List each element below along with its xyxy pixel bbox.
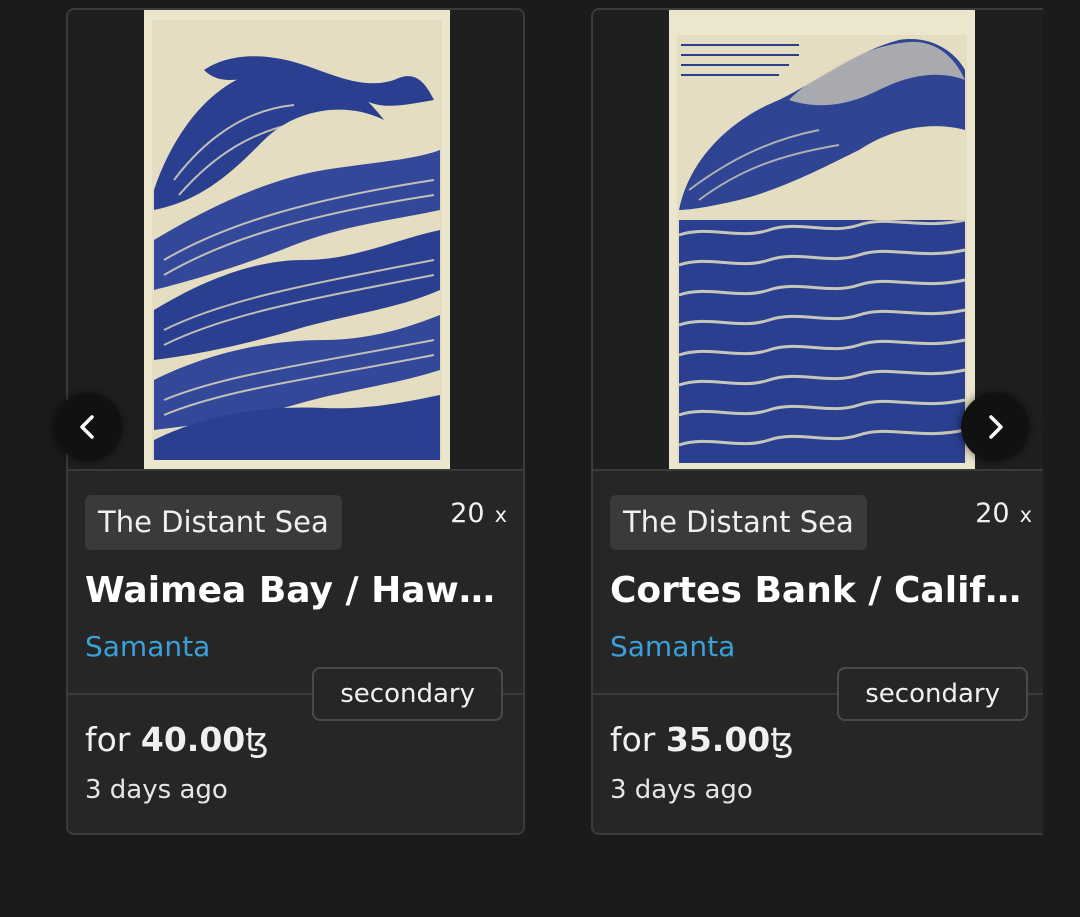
price-value: 40.00 bbox=[140, 720, 246, 759]
artist-link[interactable]: Samanta bbox=[85, 630, 210, 663]
currency-symbol: ꜩ bbox=[245, 720, 269, 759]
edition-count-value: 20 bbox=[450, 498, 485, 529]
price: for 35.00ꜩ bbox=[610, 720, 794, 759]
chevron-left-icon bbox=[80, 415, 94, 439]
price-prefix: for bbox=[85, 720, 131, 759]
edition-count: 20 x bbox=[450, 498, 507, 529]
edition-count-value: 20 bbox=[975, 498, 1010, 529]
artwork-title[interactable]: Cortes Bank / California bbox=[610, 570, 1030, 611]
price: for 40.00ꜩ bbox=[85, 720, 269, 759]
artist-link[interactable]: Samanta bbox=[610, 630, 735, 663]
collection-tag[interactable]: The Distant Sea bbox=[610, 495, 867, 550]
status-badge: secondary bbox=[837, 667, 1028, 721]
artwork-title[interactable]: Waimea Bay / Hawaii bbox=[85, 570, 505, 611]
edition-count-suffix: x bbox=[494, 503, 507, 527]
artwork-card[interactable]: The Distant Sea 20 x Waimea Bay / Hawaii … bbox=[66, 8, 525, 835]
edition-count-suffix: x bbox=[1019, 503, 1032, 527]
chevron-right-icon bbox=[989, 415, 1003, 439]
edition-count: 20 x bbox=[975, 498, 1032, 529]
collection-tag[interactable]: The Distant Sea bbox=[85, 495, 342, 550]
wave-artwork-image[interactable] bbox=[144, 10, 450, 469]
status-badge: secondary bbox=[312, 667, 503, 721]
price-prefix: for bbox=[610, 720, 656, 759]
carousel-prev-button[interactable] bbox=[54, 393, 122, 461]
carousel: The Distant Sea 20 x Waimea Bay / Hawaii … bbox=[0, 0, 1043, 917]
price-value: 35.00 bbox=[665, 720, 771, 759]
time-ago: 3 days ago bbox=[85, 775, 228, 805]
artwork-image-area[interactable] bbox=[68, 10, 523, 471]
carousel-next-button[interactable] bbox=[961, 393, 1029, 461]
currency-symbol: ꜩ bbox=[770, 720, 794, 759]
wave-artwork-image[interactable] bbox=[669, 10, 975, 469]
time-ago: 3 days ago bbox=[610, 775, 753, 805]
